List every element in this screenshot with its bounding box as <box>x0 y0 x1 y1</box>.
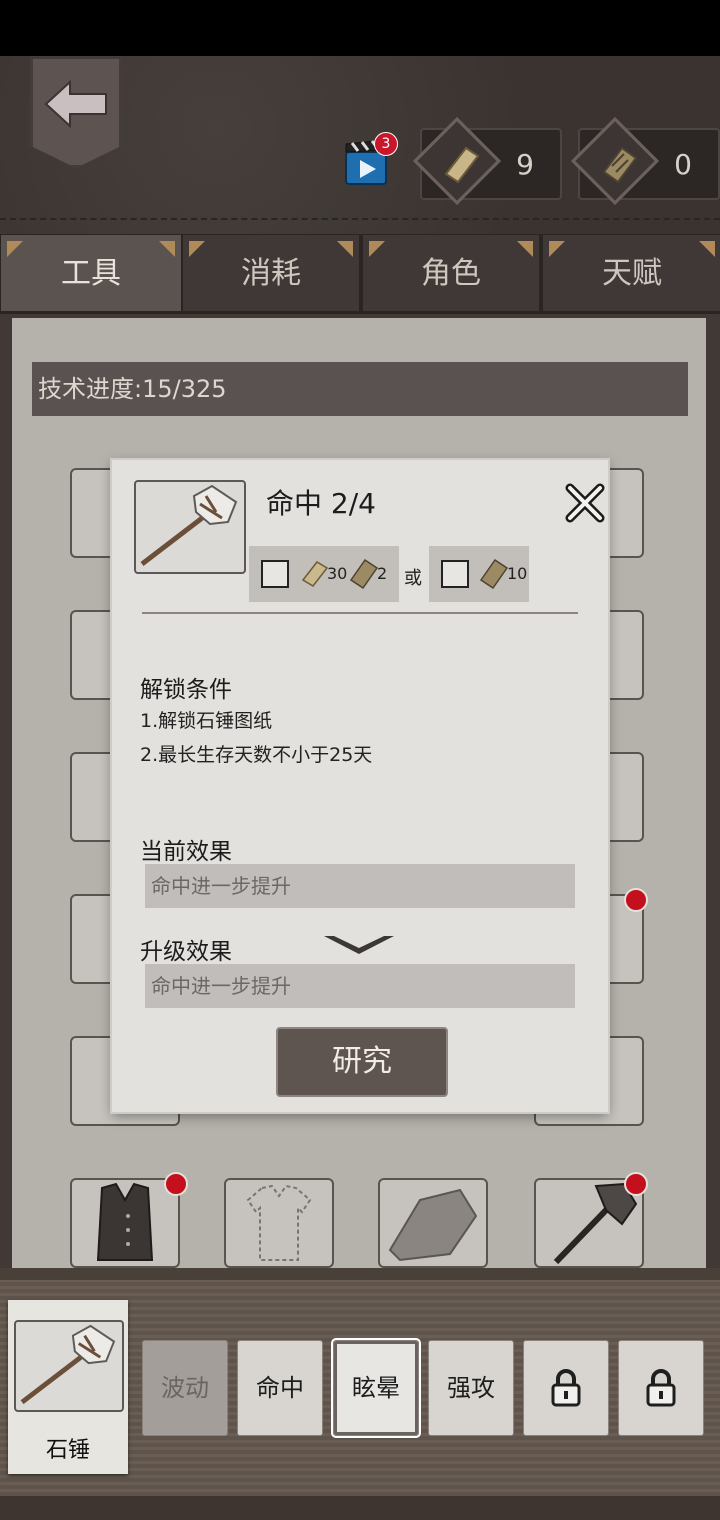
tab-characters[interactable]: 角色 <box>362 234 540 312</box>
skill-label: 命中 <box>256 1374 304 1402</box>
dialog-title: 命中 2/4 <box>266 487 376 520</box>
stitch-line <box>0 218 720 220</box>
skill-wave[interactable]: 波动 <box>142 1340 228 1436</box>
tab-tools[interactable]: 工具 <box>0 234 182 312</box>
shirt-outline-icon <box>246 1184 312 1261</box>
back-button[interactable] <box>30 56 122 168</box>
resource-scroll-value: 9 <box>516 148 534 181</box>
unlock-title: 解锁条件 <box>140 677 232 703</box>
scroll-icon <box>444 146 480 184</box>
tab-talents[interactable]: 天赋 <box>542 234 720 312</box>
skill-stun[interactable]: 眩晕 <box>333 1340 419 1436</box>
upgrade-effect: 命中进一步提升 <box>145 964 575 1008</box>
or-label: 或 <box>404 568 422 589</box>
vest-icon <box>96 1182 154 1261</box>
skill-locked-1[interactable] <box>523 1340 609 1436</box>
upgrade-effect-title: 升级效果 <box>140 939 232 965</box>
notification-dot <box>164 1172 188 1196</box>
dialog-divider <box>142 612 578 614</box>
skill-locked-2[interactable] <box>618 1340 704 1436</box>
skill-accuracy[interactable]: 命中 <box>237 1340 323 1436</box>
tech-progress: 技术进度:15/325 <box>32 362 688 416</box>
resource-scroll: 9 <box>412 116 562 206</box>
skill-label: 强攻 <box>447 1374 495 1402</box>
scroll-icon <box>301 561 329 587</box>
close-button[interactable] <box>562 480 608 526</box>
bottom-strip <box>0 1496 720 1520</box>
axe-icon <box>553 1182 638 1265</box>
selected-item-label: 石锤 <box>45 1438 90 1463</box>
tab-label: 工具 <box>61 256 121 291</box>
category-tabs: 工具 消耗 角色 天赋 <box>0 234 720 314</box>
condition-item: 1.解锁石锤图纸 <box>140 710 273 732</box>
blueprint-icon <box>479 558 509 590</box>
cost-option-2[interactable]: 10 <box>429 546 529 602</box>
current-effect: 命中进一步提升 <box>145 864 575 908</box>
grid-item-stone[interactable] <box>378 1178 488 1268</box>
stone-hammer-icon <box>140 484 238 566</box>
close-icon <box>565 483 605 523</box>
back-arrow-icon <box>44 79 107 129</box>
status-bar-area <box>0 0 720 56</box>
lock-icon <box>551 1369 581 1407</box>
grid-item-shirt[interactable] <box>224 1178 334 1268</box>
resource-blueprint-value: 0 <box>674 148 692 181</box>
stone-hammer-icon <box>20 1324 116 1405</box>
video-badge: 3 <box>374 132 398 156</box>
cost-option-1-checkbox[interactable] <box>261 560 289 588</box>
cost-option-1[interactable]: 30 2 <box>249 546 399 602</box>
skill-label: 眩晕 <box>352 1374 400 1402</box>
grid-item-vest[interactable] <box>70 1178 180 1268</box>
current-effect-title: 当前效果 <box>140 839 232 865</box>
bottom-panel-edge <box>0 1268 720 1280</box>
skill-label: 波动 <box>161 1374 209 1402</box>
tab-consumables[interactable]: 消耗 <box>182 234 360 312</box>
blueprint-icon <box>349 558 379 590</box>
resource-blueprint: 0 <box>570 116 720 206</box>
skill-power-attack[interactable]: 强攻 <box>428 1340 514 1436</box>
lock-icon <box>646 1369 676 1407</box>
cost-option-2-checkbox[interactable] <box>441 560 469 588</box>
notification-dot <box>624 1172 648 1196</box>
notification-dot <box>624 888 648 912</box>
selected-item-thumbnail <box>14 1320 124 1412</box>
cost-scroll-amount: 30 <box>327 564 348 583</box>
chevron-down-icon <box>324 936 394 954</box>
cost-blueprint-amount: 10 <box>507 564 528 583</box>
blueprint-icon <box>602 146 638 184</box>
item-thumbnail <box>134 480 246 574</box>
tab-label: 角色 <box>421 256 481 291</box>
stone-icon <box>388 1188 478 1262</box>
condition-item: 2.最长生存天数不小于25天 <box>140 744 373 766</box>
cost-blueprint-amount: 2 <box>377 564 388 583</box>
tab-label: 消耗 <box>241 256 301 291</box>
tab-label: 天赋 <box>602 256 662 291</box>
research-button[interactable]: 研究 <box>276 1027 448 1097</box>
